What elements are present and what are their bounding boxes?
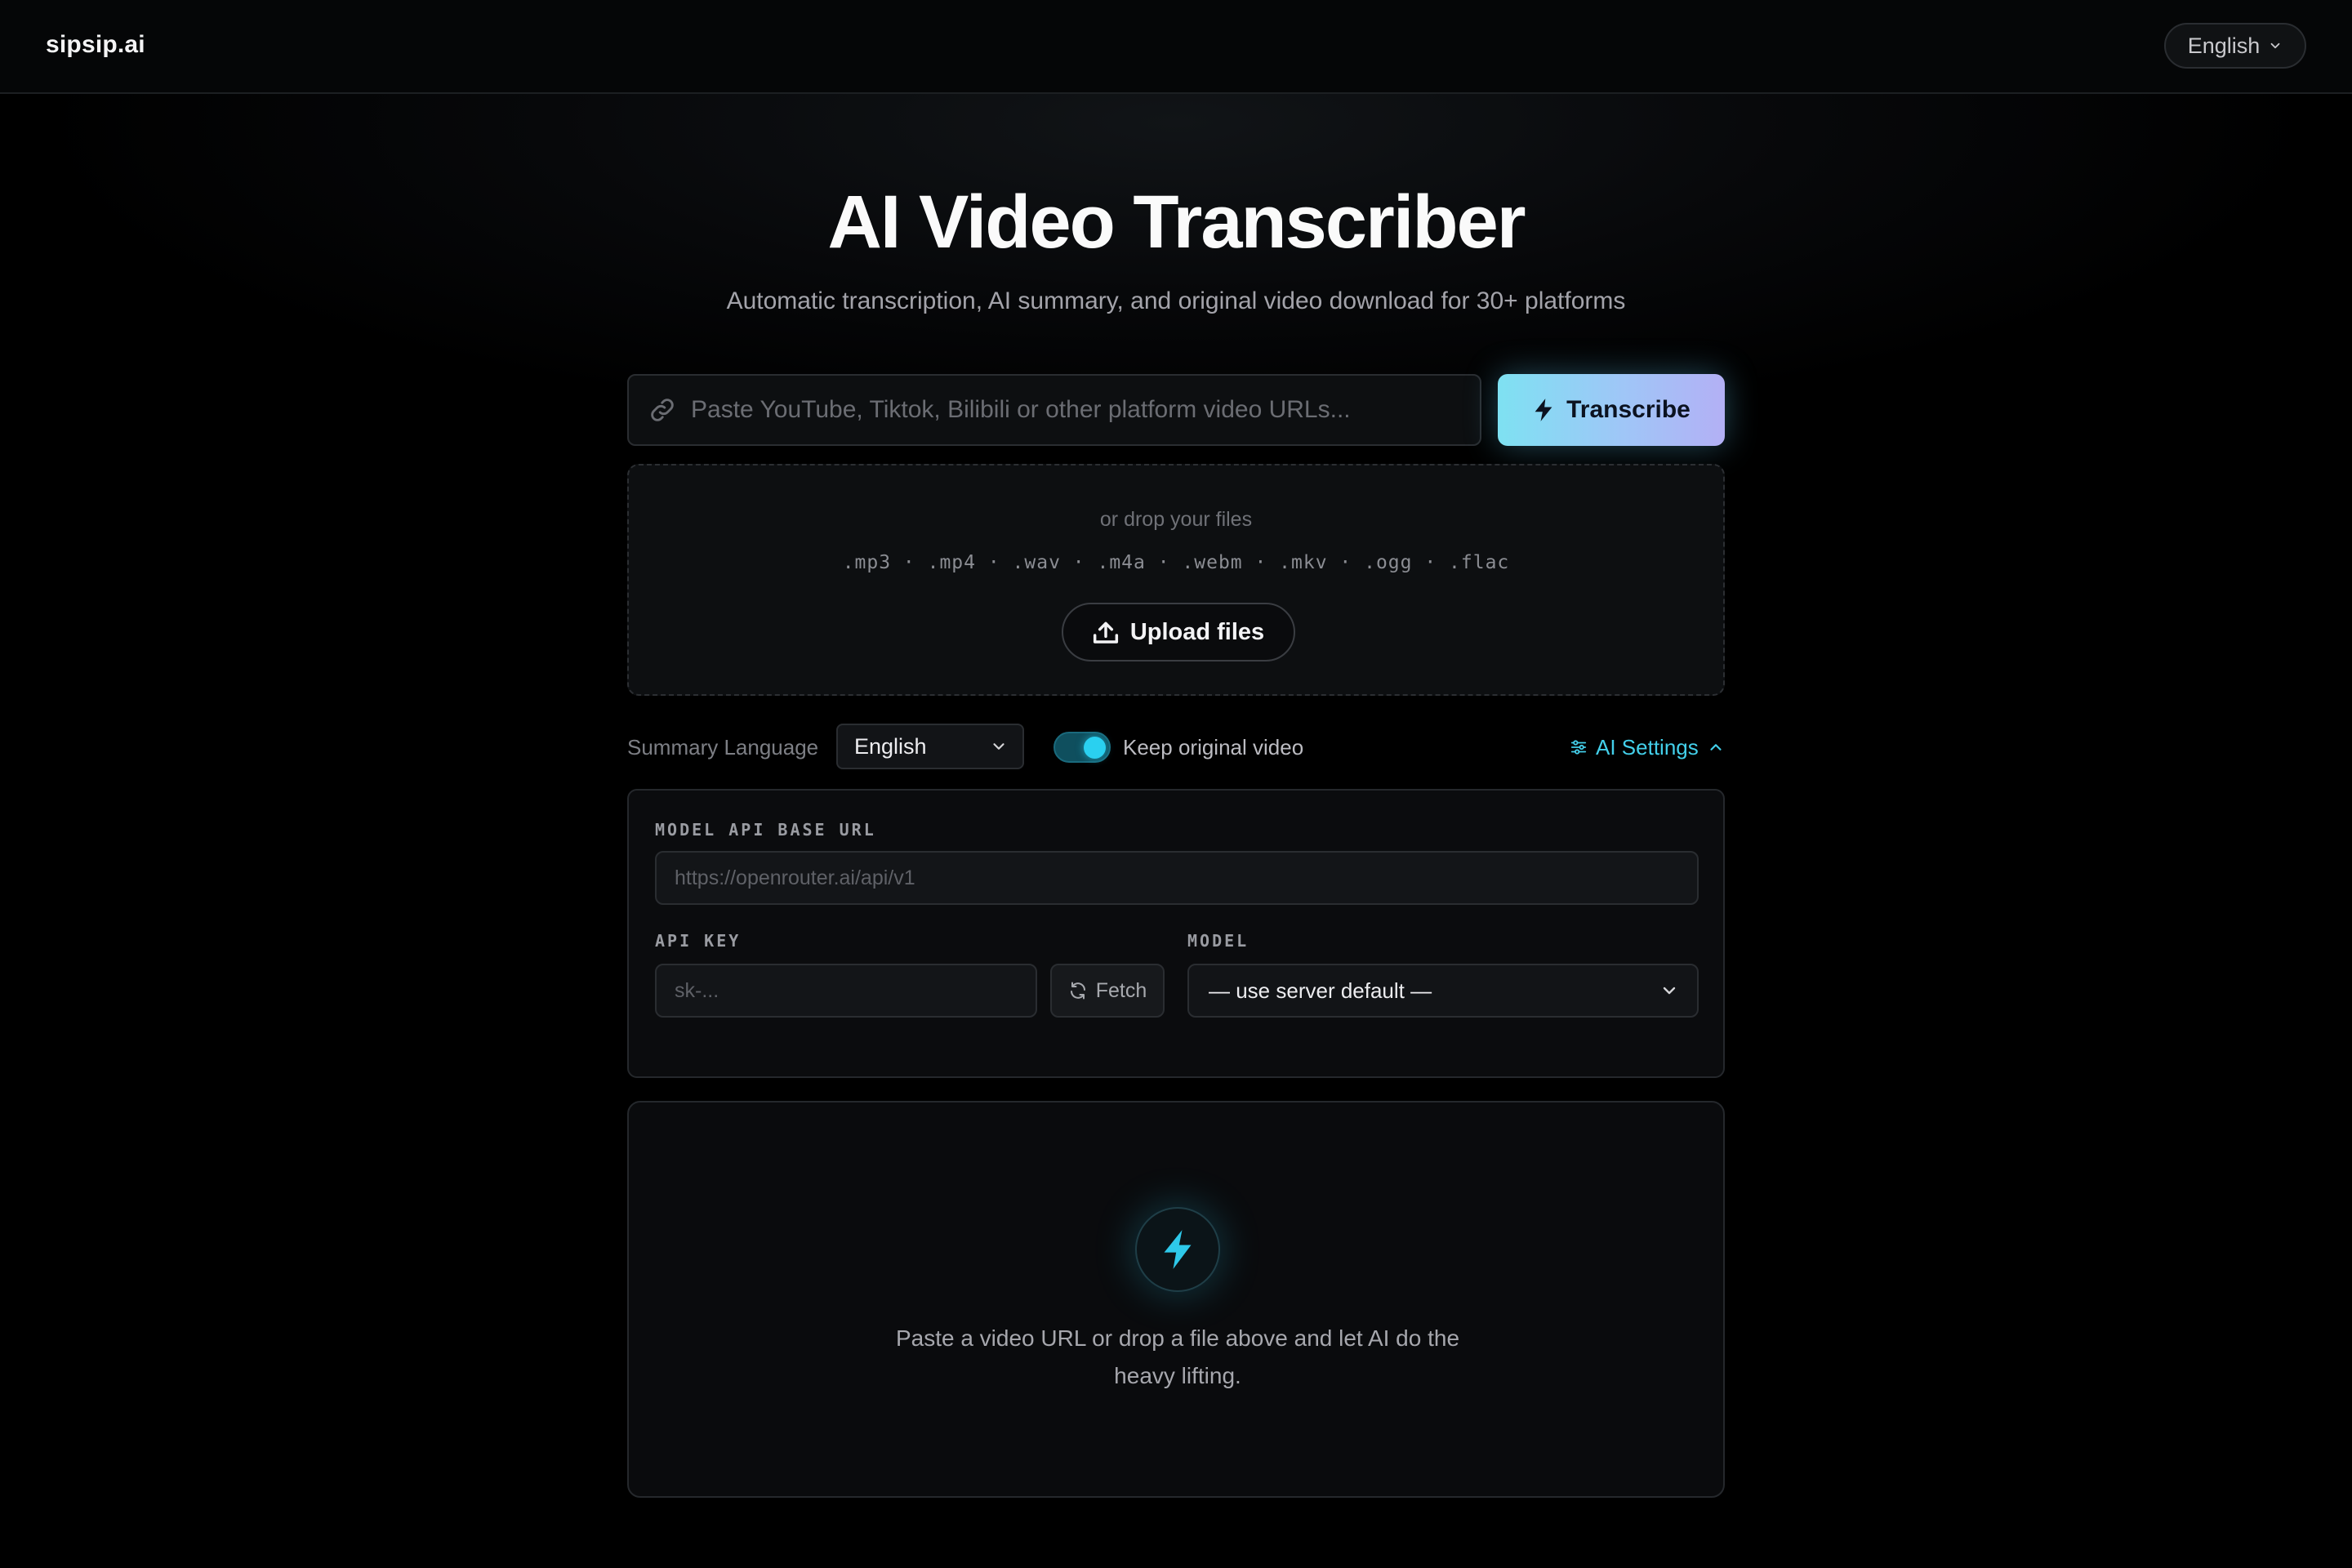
page: sipsip.ai English AI Video Transcriber A…: [0, 0, 2352, 1568]
supported-formats: .mp3 · .mp4 · .wav · .m4a · .webm · .mkv…: [842, 552, 1510, 573]
video-url-input[interactable]: [691, 396, 1480, 424]
page-title: AI Video Transcriber: [827, 180, 1526, 264]
upload-files-label: Upload files: [1129, 618, 1265, 645]
result-panel: Paste a video URL or drop a file above a…: [627, 1101, 1725, 1498]
fetch-label: Fetch: [1095, 978, 1147, 1002]
transcribe-button-label: Transcribe: [1566, 396, 1690, 423]
upload-files-button[interactable]: Upload files: [1062, 603, 1295, 662]
keep-original-label: Keep original video: [1123, 735, 1304, 760]
top-bar: sipsip.ai English: [0, 0, 2352, 94]
model-label: MODEL: [1187, 931, 1250, 951]
summary-language-label: Summary Language: [627, 735, 819, 760]
bolt-icon: [1535, 399, 1552, 421]
base-url-label: MODEL API BASE URL: [655, 820, 876, 840]
empty-state-message: Paste a video URL or drop a file above a…: [895, 1325, 1460, 1388]
link-icon: [651, 399, 674, 421]
api-key-label: API KEY: [655, 931, 742, 951]
transcribe-button[interactable]: Transcribe: [1498, 374, 1725, 446]
chevron-up-icon: [1710, 744, 1722, 751]
logo[interactable]: sipsip.ai: [46, 31, 145, 59]
keep-original-toggle[interactable]: [1054, 732, 1111, 763]
model-select-value: — use server default —: [1209, 978, 1432, 1003]
language-selector-label: English: [2187, 33, 2261, 58]
chevron-down-icon: [1663, 987, 1676, 995]
refresh-icon: [1070, 982, 1085, 1000]
ai-settings-label: AI Settings: [1596, 734, 1699, 760]
bolt-icon: [1164, 1230, 1192, 1269]
drop-files-text: or drop your files: [1099, 508, 1253, 531]
sliders-icon: [1570, 740, 1587, 755]
api-key-input[interactable]: [655, 964, 1037, 1018]
empty-state-badge: [1135, 1207, 1220, 1292]
summary-language-select[interactable]: English: [836, 724, 1024, 769]
page-subtitle: Automatic transcription, AI summary, and…: [726, 287, 1626, 314]
model-select[interactable]: — use server default —: [1187, 964, 1699, 1018]
ai-settings-toggle[interactable]: AI Settings: [1570, 733, 1725, 761]
fetch-models-button[interactable]: Fetch: [1050, 964, 1165, 1018]
upload-icon: [1093, 621, 1118, 644]
file-drop-zone[interactable]: or drop your files .mp3 · .mp4 · .wav · …: [627, 464, 1725, 696]
chevron-down-icon: [993, 743, 1004, 750]
chevron-down-icon: [2270, 42, 2280, 49]
url-input-container[interactable]: [627, 374, 1481, 446]
toggle-knob: [1084, 737, 1106, 759]
ai-settings-panel: MODEL API BASE URL API KEY Fetch MODEL —…: [627, 789, 1725, 1078]
language-selector[interactable]: English: [2164, 23, 2306, 69]
base-url-input[interactable]: [655, 851, 1699, 905]
summary-language-value: English: [854, 733, 927, 759]
